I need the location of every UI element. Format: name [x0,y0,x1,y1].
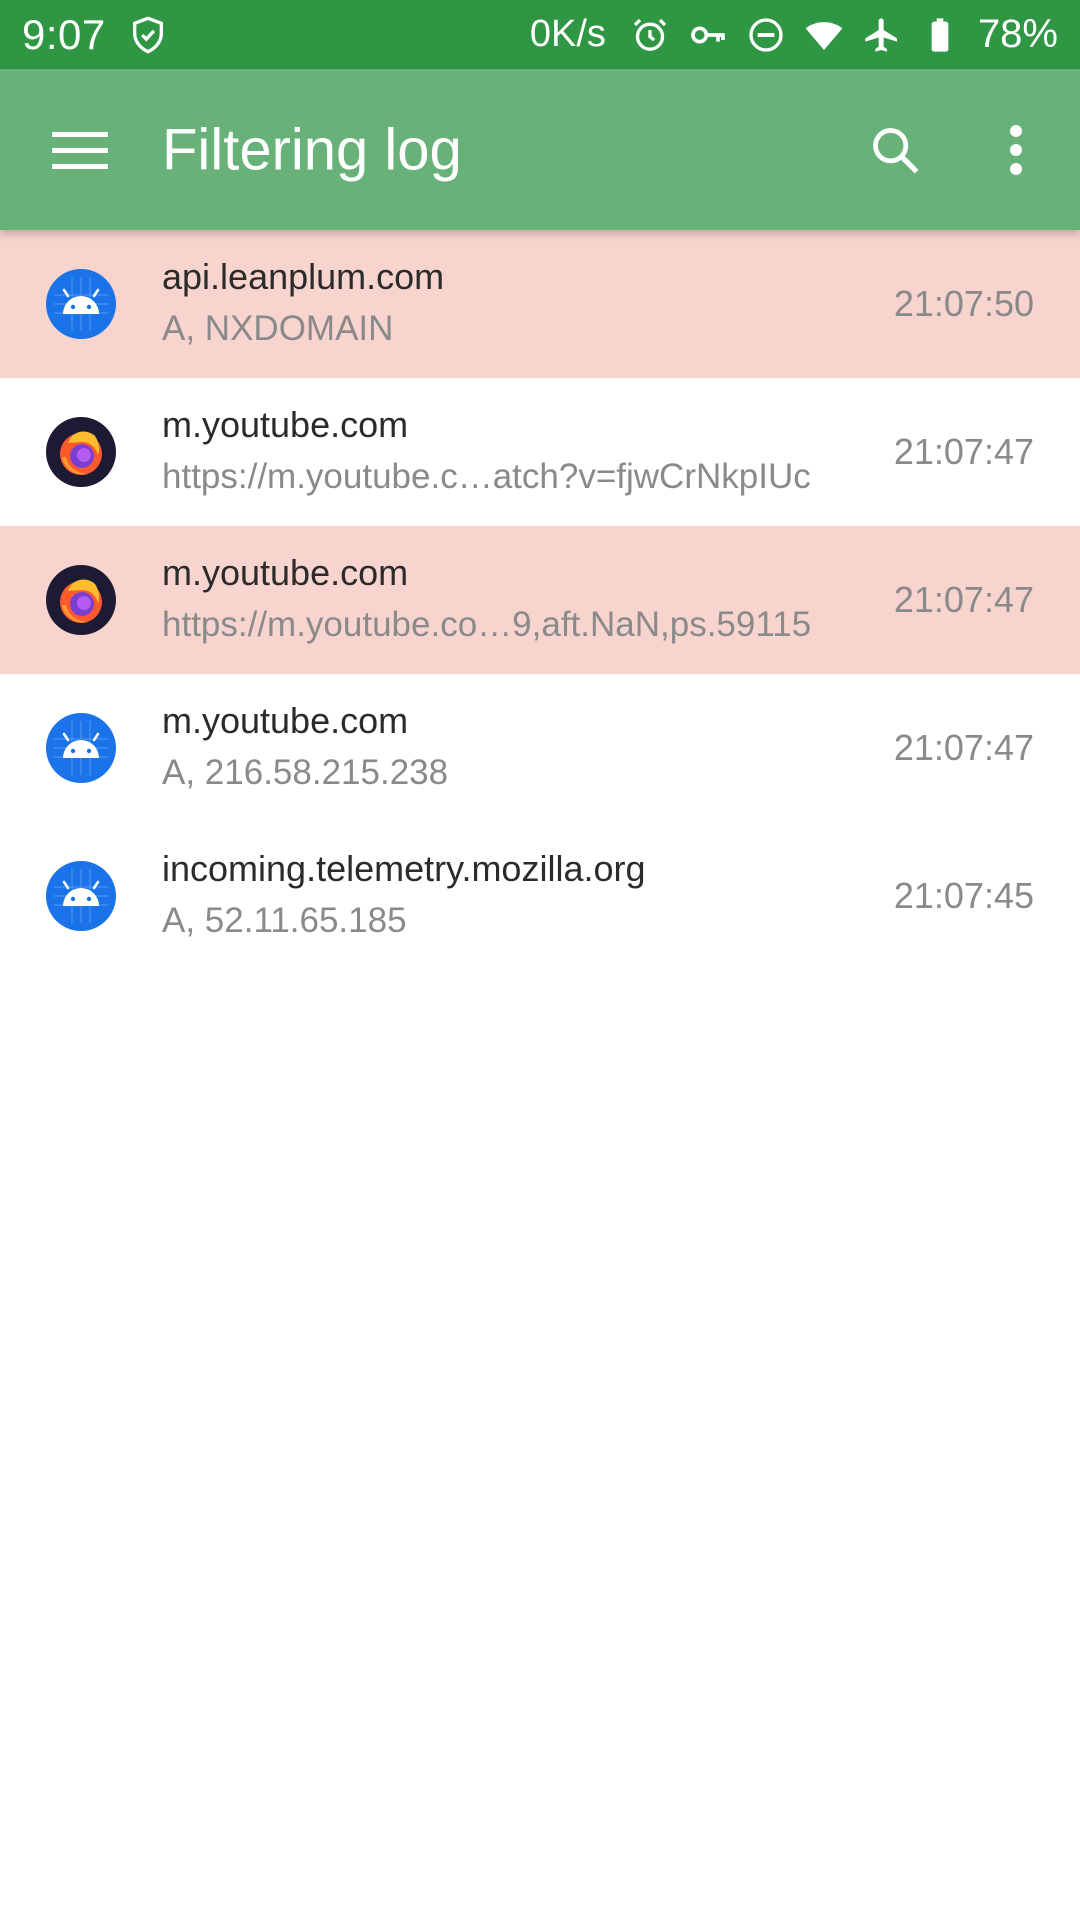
firefox-icon [46,565,116,635]
hamburger-menu-icon [52,131,108,169]
log-row[interactable]: incoming.telemetry.mozilla.org A, 52.11.6… [0,822,1080,970]
android-icon [46,269,116,339]
more-options-button[interactable] [976,110,1056,190]
do-not-disturb-icon [746,15,786,55]
alarm-icon [630,15,670,55]
log-time: 21:07:47 [893,579,1034,620]
android-icon [46,861,116,931]
log-time: 21:07:47 [893,727,1034,768]
log-detail: https://m.youtube.c…atch?v=fjwCrNkpIUc [162,457,811,496]
search-button[interactable] [855,110,935,190]
network-speed: 0K/s [529,13,606,55]
log-time: 21:07:47 [893,431,1034,472]
menu-button[interactable] [40,110,120,190]
status-time: 9:07 [22,10,106,58]
more-vert-icon [1010,124,1022,175]
log-detail: A, NXDOMAIN [162,309,394,348]
log-row-blocked[interactable]: api.leanplum.com A, NXDOMAIN 21:07:50 [0,230,1080,378]
log-host: m.youtube.com [162,552,409,593]
log-host: m.youtube.com [162,404,409,445]
app-bar: Filtering log [0,69,1080,230]
android-icon [46,713,116,783]
log-detail: https://m.youtube.co…9,aft.NaN,ps.59115 [162,605,812,644]
log-time: 21:07:45 [893,875,1034,916]
status-bar: 9:07 0K/s 78% [0,0,1080,69]
filtering-log-list: api.leanplum.com A, NXDOMAIN 21:07:50 m.you… [0,230,1080,970]
log-host: m.youtube.com [162,700,409,741]
log-row[interactable]: m.youtube.com https://m.youtube.c…atch?v=… [0,378,1080,526]
log-host: api.leanplum.com [162,256,445,297]
log-row[interactable]: m.youtube.com A, 216.58.215.238 21:07:47 [0,674,1080,822]
vpn-key-icon [688,15,728,55]
airplane-icon [862,15,902,55]
log-detail: A, 52.11.65.185 [162,901,407,940]
wifi-icon [804,15,844,55]
log-host: incoming.telemetry.mozilla.org [162,848,646,889]
page-title: Filtering log [162,117,462,182]
firefox-icon [46,417,116,487]
log-row-blocked[interactable]: m.youtube.com https://m.youtube.co…9,aft.… [0,526,1080,674]
log-detail: A, 216.58.215.238 [162,753,449,792]
shield-check-icon [128,15,168,55]
battery-icon [920,15,960,55]
log-time: 21:07:50 [893,283,1034,324]
search-icon [873,127,919,174]
battery-percent: 78% [977,12,1058,56]
